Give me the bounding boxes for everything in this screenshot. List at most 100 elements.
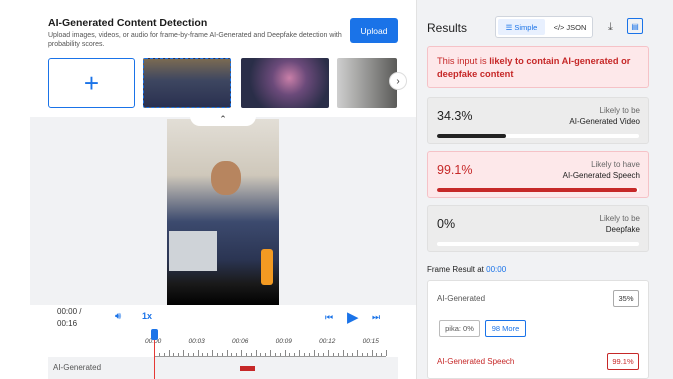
timeline-tick (366, 353, 368, 356)
frame-ai-label: AI-Generated (437, 294, 486, 303)
score-percent: 0% (437, 217, 456, 231)
frame-ai-value: 35% (613, 290, 639, 307)
timeline-tick (236, 353, 238, 356)
more-models-button[interactable]: 98 More (485, 320, 526, 337)
current-time: 00:00 / (57, 307, 82, 316)
timeline-tick-label: 00:06 (232, 338, 249, 345)
score-bar (437, 242, 639, 246)
score-caption: Likely to have (591, 160, 640, 169)
timeline-tick (158, 353, 160, 356)
timeline-tick (265, 353, 267, 356)
model-chip: pika: 0% (439, 320, 480, 337)
thumbnail-selected[interactable] (143, 58, 231, 108)
page-description: Upload images, videos, or audio for fram… (48, 32, 342, 48)
playback-speed-button[interactable]: 1x (142, 311, 152, 321)
timeline-tick (337, 353, 339, 356)
timeline-tick (279, 353, 281, 356)
frame-speech-value: 99.1% (607, 353, 639, 370)
plus-icon: + (83, 67, 100, 98)
frame-result-label: Frame Result at (427, 265, 487, 274)
timeline-tick (376, 353, 378, 356)
timeline-tick (328, 350, 329, 356)
layout-icon[interactable]: ▤ (627, 18, 643, 34)
timeline-tick (173, 353, 175, 356)
timeline[interactable]: 00:0000:0300:0600:0900:1200:15 AI-Genera… (48, 329, 398, 379)
app-root: AI-Generated Content Detection Upload im… (0, 0, 673, 379)
timeline-tick (216, 353, 218, 356)
timeline-tick (342, 350, 344, 356)
code-icon: </> (553, 22, 565, 32)
collapse-gallery-button[interactable]: ⌃ (190, 112, 256, 126)
score-bar (437, 188, 639, 192)
score-bar-fill (437, 188, 638, 192)
score-caption: Likely to be (599, 214, 640, 223)
score-label: Deepfake (605, 225, 640, 234)
timeline-tick (221, 353, 223, 356)
skip-forward-icon[interactable]: ⏭︎ (372, 312, 380, 323)
video-subject (211, 161, 241, 195)
timeline-tick (352, 353, 354, 356)
timeline-ruler (154, 350, 387, 357)
timeline-tick (183, 350, 184, 356)
timeline-tick (212, 350, 213, 356)
timeline-tick (371, 350, 373, 356)
page-title: AI-Generated Content Detection (48, 17, 208, 29)
results-panel: Results ☰ Simple </> JSON ⤓ ▤ This input… (416, 0, 673, 379)
timeline-tick-label: 00:03 (188, 338, 205, 345)
timeline-tick (303, 353, 305, 356)
score-bar (437, 134, 639, 138)
score-card-speech: 99.1% Likely to have AI-Generated Speech (427, 151, 649, 198)
frame-speech-label: AI-Generated Speech (437, 357, 515, 366)
timeline-tick (361, 353, 363, 356)
timeline-tick (226, 350, 228, 356)
timeline-tick (284, 350, 286, 356)
thumbnail[interactable] (337, 58, 397, 108)
video-bottle (261, 249, 273, 285)
volume-icon[interactable]: 🔊︎ (115, 311, 121, 322)
play-icon[interactable]: ▶ (347, 308, 359, 326)
score-percent: 34.3% (437, 109, 473, 123)
timeline-tick (241, 350, 242, 356)
view-json-label: JSON (566, 22, 587, 32)
timeline-tick-label: 00:12 (319, 338, 336, 345)
timeline-tick (187, 353, 189, 356)
timeline-tick (313, 350, 315, 356)
timeline-tick (260, 353, 262, 356)
add-media-button[interactable]: + (48, 58, 135, 108)
timeline-tick (318, 353, 320, 356)
download-icon[interactable]: ⤓ (608, 21, 613, 34)
score-percent: 99.1% (437, 163, 473, 177)
timeline-tick (347, 353, 349, 356)
score-bar-fill (437, 134, 507, 138)
upload-button[interactable]: Upload (350, 18, 398, 43)
video-preview[interactable] (167, 119, 279, 306)
frame-result-box: AI-Generated 35% pika: 0% 98 More AI-Gen… (427, 280, 649, 379)
frame-result-time[interactable]: 00:00 (486, 265, 506, 274)
playhead-handle[interactable] (151, 329, 158, 340)
timeline-tick-label: 00:15 (362, 338, 379, 345)
verdict-alert: This input is likely to contain AI-gener… (427, 46, 649, 88)
timeline-tick (289, 353, 291, 356)
thumbnail[interactable] (241, 58, 329, 108)
timeline-tick (332, 353, 334, 356)
gallery-next-button[interactable]: › (389, 72, 407, 90)
score-card-video: 34.3% Likely to be AI-Generated Video (427, 97, 649, 144)
list-icon: ☰ (505, 22, 513, 32)
score-caption: Likely to be (599, 106, 640, 115)
score-card-deepfake: 0% Likely to be Deepfake (427, 205, 649, 252)
view-json-button[interactable]: </> JSON (548, 19, 592, 35)
skip-back-icon[interactable]: ⏮︎ (325, 312, 333, 323)
detection-segment[interactable] (240, 366, 255, 371)
timeline-tick (202, 353, 204, 356)
timeline-tick (192, 353, 194, 356)
video-laptop (169, 231, 217, 271)
view-simple-button[interactable]: ☰ Simple (498, 19, 545, 35)
media-gallery: + (48, 57, 408, 109)
time-readout: 00:00 / 00:16 (57, 306, 81, 330)
results-title: Results (427, 21, 468, 35)
timeline-tick (168, 350, 170, 356)
timeline-tick (381, 353, 383, 356)
chevron-up-icon: ⌃ (219, 113, 227, 124)
timeline-tick (245, 353, 247, 356)
timeline-tick (357, 350, 358, 356)
